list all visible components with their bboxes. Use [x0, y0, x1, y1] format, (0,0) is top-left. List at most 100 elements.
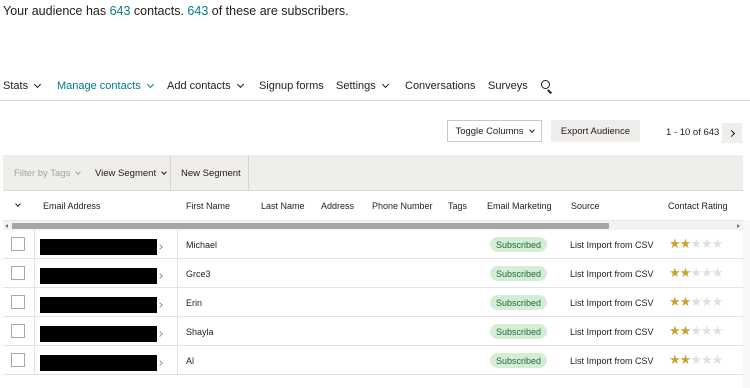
row-checkbox[interactable] [11, 237, 25, 251]
chevron-right-icon[interactable] [157, 244, 163, 250]
divider [34, 288, 35, 317]
export-audience-label: Export Audience [560, 125, 631, 137]
star-icon: ★ [669, 352, 681, 367]
contact-rating: ★★★★★ [669, 323, 723, 338]
divider [170, 155, 171, 191]
nav-conversations[interactable]: Conversations [405, 80, 475, 92]
contact-rating: ★★★★★ [669, 352, 724, 367]
chevron-right-icon [727, 129, 735, 137]
star-icon: ★ [679, 323, 692, 338]
contact-rating: ★★★★★ [669, 294, 723, 309]
table-row[interactable]: Michael Subscribed List Import from CSV ★★★… [3, 230, 743, 259]
row-checkbox[interactable] [11, 353, 25, 367]
star-icon: ★ [700, 236, 713, 251]
status-badge: Subscribed [490, 266, 548, 281]
star-icon: ★ [690, 265, 702, 280]
export-audience-button[interactable]: Export Audience [551, 120, 640, 142]
table-header: Email Address First Name Last Name Addre… [3, 191, 743, 220]
horizontal-scrollbar[interactable] [3, 220, 743, 230]
row-checkbox[interactable] [11, 266, 25, 280]
star-icon: ★ [700, 265, 713, 280]
col-tags[interactable]: Tags [448, 201, 467, 211]
star-icon: ★ [700, 323, 713, 338]
toggle-columns-button[interactable]: Toggle Columns [447, 120, 542, 142]
redacted-email[interactable] [40, 297, 157, 313]
col-first-name[interactable]: First Name [186, 201, 230, 211]
nav-surveys[interactable]: Surveys [488, 80, 528, 92]
status-badge: Subscribed [490, 353, 548, 368]
star-icon: ★ [700, 294, 713, 309]
star-icon: ★ [679, 236, 692, 251]
chevron-down-icon [528, 126, 535, 133]
redacted-email[interactable] [40, 355, 157, 371]
source-cell: List Import from CSV [570, 240, 654, 250]
status-badge: Subscribed [490, 237, 548, 252]
chevron-down-icon [75, 169, 82, 175]
contact-rating: ★★★★★ [669, 265, 723, 280]
col-last-name[interactable]: Last Name [261, 201, 305, 211]
view-segment-label: View Segment [95, 168, 157, 179]
pagination-text: 1 - 10 of 643 [666, 127, 720, 138]
scroll-left-arrow-icon[interactable] [5, 224, 8, 228]
summary-suffix: of these are subscribers. [208, 4, 349, 18]
star-icon: ★ [711, 236, 724, 251]
audience-summary: Your audience has 643 contacts. 643 of t… [3, 4, 349, 18]
table-row[interactable]: Al Subscribed List Import from CSV ★★★★★ [3, 346, 743, 375]
table-row[interactable]: Erin Subscribed List Import from CSV ★★★★★ [3, 288, 743, 317]
chevron-right-icon[interactable] [157, 302, 163, 308]
view-segment-dropdown[interactable]: View Segment [95, 168, 167, 179]
source-cell: List Import from CSV [570, 269, 654, 279]
filter-by-tags-dropdown[interactable]: Filter by Tags [14, 168, 82, 179]
star-icon: ★ [690, 294, 702, 309]
summary-middle: contacts. [130, 4, 188, 18]
filter-by-tags-label: Filter by Tags [14, 168, 71, 179]
chevron-right-icon[interactable] [157, 331, 163, 337]
col-address[interactable]: Address [321, 201, 354, 211]
chevron-right-icon[interactable] [157, 273, 163, 279]
divider [177, 288, 178, 317]
nav-conversations-label: Conversations [405, 80, 476, 92]
vertical-scrollbar[interactable] [743, 220, 750, 388]
summary-prefix: Your audience has [3, 4, 110, 18]
search-icon[interactable] [541, 80, 553, 94]
row-checkbox[interactable] [11, 324, 25, 338]
new-segment-button[interactable]: New Segment [181, 168, 241, 179]
star-icon: ★ [669, 236, 681, 251]
col-source[interactable]: Source [571, 201, 600, 211]
star-icon: ★ [679, 352, 692, 367]
row-checkbox[interactable] [11, 295, 25, 309]
first-name-cell: Erin [186, 298, 203, 308]
nav-settings[interactable]: Settings [336, 80, 389, 92]
nav-stats[interactable]: Stats [3, 80, 42, 92]
divider [248, 155, 249, 191]
redacted-email[interactable] [40, 326, 157, 342]
divider [34, 259, 35, 288]
select-all-chevron-icon[interactable] [15, 201, 21, 207]
table-row[interactable]: Grce3 Subscribed List Import from CSV ★★★★★ [3, 259, 743, 288]
nav-signup-forms[interactable]: Signup forms [259, 80, 324, 92]
chevron-down-icon [381, 80, 389, 89]
col-email-marketing[interactable]: Email Marketing [487, 201, 552, 211]
scrollbar-thumb[interactable] [12, 223, 609, 229]
next-page-button[interactable] [722, 123, 742, 143]
divider [34, 230, 35, 259]
redacted-email[interactable] [40, 239, 157, 255]
nav-manage-contacts[interactable]: Manage contacts [57, 80, 154, 92]
table-row[interactable]: Shayla Subscribed List Import from CSV ★★★★… [3, 317, 743, 346]
first-name-cell: Shayla [186, 327, 214, 337]
status-badge: Subscribed [490, 324, 548, 339]
col-phone-number[interactable]: Phone Number [372, 201, 433, 211]
nav-add-contacts[interactable]: Add contacts [167, 80, 244, 92]
scroll-right-arrow-icon[interactable] [737, 224, 740, 228]
star-icon: ★ [711, 352, 724, 367]
chevron-right-icon[interactable] [157, 360, 163, 366]
redacted-email[interactable] [40, 268, 157, 284]
star-icon: ★ [669, 323, 681, 338]
divider [177, 346, 178, 375]
chevron-down-icon [34, 80, 42, 89]
nav-settings-label: Settings [336, 80, 376, 92]
source-cell: List Import from CSV [570, 298, 654, 308]
divider [177, 259, 178, 288]
col-email-address[interactable]: Email Address [43, 201, 101, 211]
col-contact-rating[interactable]: Contact Rating [668, 201, 728, 211]
